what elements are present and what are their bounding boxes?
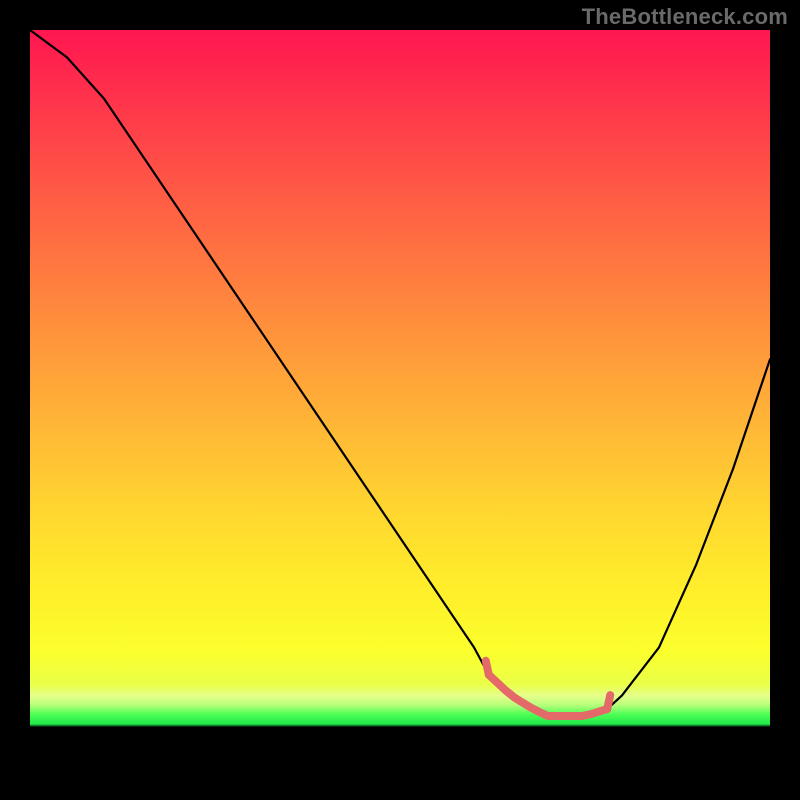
optimal-range-left-tick: [486, 661, 489, 675]
chart-stage: TheBottleneck.com: [0, 0, 800, 800]
optimal-range-right-tick: [607, 695, 610, 709]
plot-area: [30, 30, 770, 770]
watermark-label: TheBottleneck.com: [582, 4, 788, 30]
bottleneck-curve: [30, 30, 770, 716]
optimal-range-highlight: [489, 675, 607, 716]
curve-svg: [30, 30, 770, 770]
